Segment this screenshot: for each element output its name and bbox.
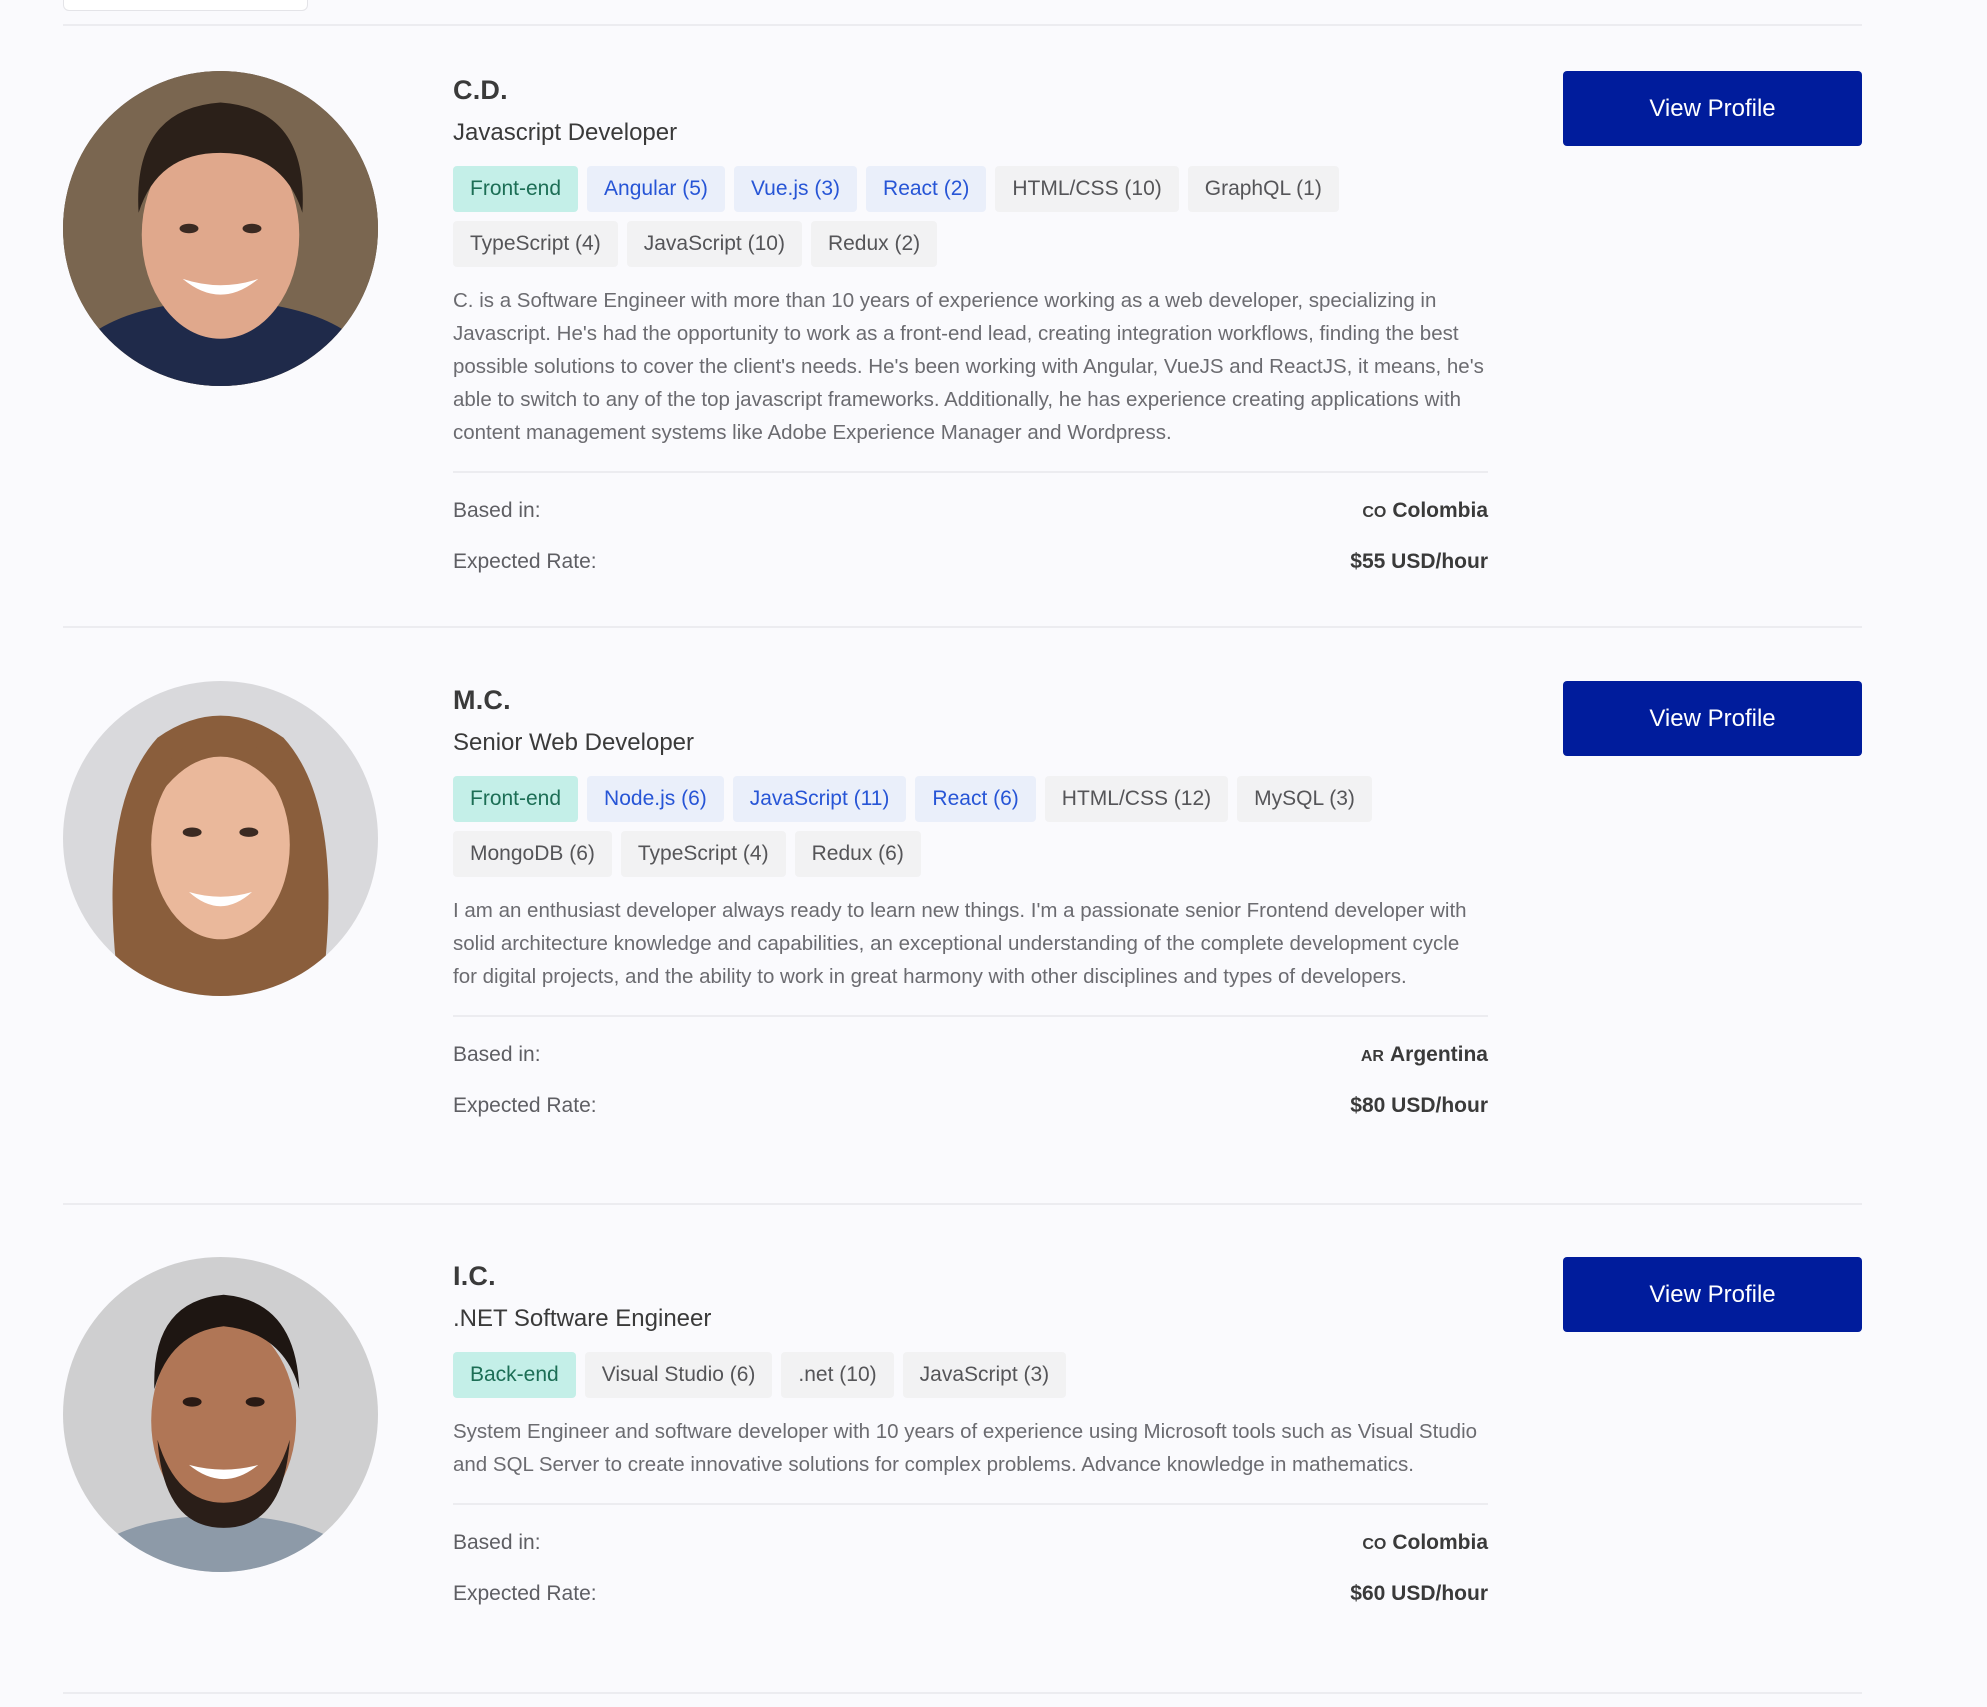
skill-tag: TypeScript (4) (620, 831, 786, 877)
view-profile-button[interactable]: View Profile (1563, 71, 1862, 146)
based-in-row: Based in: CO Colombia (453, 1517, 1488, 1568)
skill-tag: Front-end (453, 776, 579, 822)
skill-tag: JavaScript (11) (732, 776, 907, 822)
skill-tag: Visual Studio (6) (584, 1352, 773, 1398)
based-in-row: Based in: AR Argentina (453, 1029, 1488, 1080)
country-name: Colombia (1392, 498, 1488, 522)
rate-label: Expected Rate: (453, 1581, 597, 1605)
skill-tag: HTML/CSS (12) (1044, 776, 1229, 822)
divider (453, 1015, 1488, 1017)
avatar (63, 71, 378, 386)
skill-tag: GraphQL (1) (1187, 166, 1339, 212)
divider (453, 1503, 1488, 1505)
partial-filter-box[interactable] (63, 0, 308, 11)
candidate-name: M.C. (453, 685, 511, 715)
skill-tag: Back-end (453, 1352, 576, 1398)
skill-tag: Redux (2) (810, 221, 938, 267)
rate-label: Expected Rate: (453, 549, 597, 573)
skill-tag: .net (10) (781, 1352, 894, 1398)
skill-tag: Front-end (453, 166, 579, 212)
skill-tag: Angular (5) (587, 166, 725, 212)
avatar (63, 681, 378, 996)
candidate-bio: System Engineer and software developer w… (453, 1420, 1478, 1476)
country-flag-icon: AR (1360, 1047, 1384, 1065)
divider (453, 471, 1488, 473)
rate-row: Expected Rate: $55 USD/hour (453, 536, 1488, 587)
skill-tag: Redux (6) (794, 831, 921, 877)
country-flag-icon: CO (1362, 503, 1387, 521)
based-in-label: Based in: (453, 1530, 541, 1554)
rate-value: $60 USD/hour (1350, 1581, 1488, 1605)
avatar-photo-icon (63, 681, 378, 996)
separator (63, 24, 1862, 26)
candidate-name: C.D. (453, 75, 508, 105)
rate-row: Expected Rate: $60 USD/hour (453, 1568, 1488, 1619)
view-profile-button[interactable]: View Profile (1563, 1257, 1862, 1332)
country-name: Argentina (1389, 1042, 1488, 1066)
rate-value: $55 USD/hour (1350, 549, 1488, 573)
skill-tag: MySQL (3) (1237, 776, 1372, 822)
candidate-title: Senior Web Developer (453, 729, 695, 756)
skill-tags: Front-end Angular (5) Vue.js (3) React (… (453, 166, 1488, 267)
skill-tag: Vue.js (3) (733, 166, 858, 212)
candidate-title: Javascript Developer (453, 119, 678, 146)
skill-tag: JavaScript (10) (626, 221, 802, 267)
avatar-photo-icon (63, 71, 378, 386)
skill-tag: React (2) (866, 166, 987, 212)
skill-tags: Back-end Visual Studio (6) .net (10) Jav… (453, 1352, 1488, 1398)
skill-tag: HTML/CSS (10) (995, 166, 1179, 212)
skill-tag: React (6) (915, 776, 1036, 822)
skill-tag: Node.js (6) (587, 776, 724, 822)
separator (63, 1692, 1862, 1694)
separator (63, 1203, 1862, 1205)
based-in-value: AR Argentina (1361, 1043, 1488, 1067)
based-in-row: Based in: CO Colombia (453, 485, 1488, 536)
country-flag-icon: CO (1362, 1535, 1387, 1553)
candidate-title: .NET Software Engineer (453, 1305, 712, 1332)
skill-tag: TypeScript (4) (453, 221, 618, 267)
based-in-label: Based in: (453, 498, 541, 522)
candidate-name: I.C. (453, 1261, 496, 1291)
skill-tag: JavaScript (3) (902, 1352, 1067, 1398)
avatar (63, 1257, 378, 1572)
rate-value: $80 USD/hour (1350, 1093, 1488, 1117)
based-in-value: CO Colombia (1362, 499, 1488, 523)
skill-tags: Front-end Node.js (6) JavaScript (11) Re… (453, 776, 1488, 877)
country-name: Colombia (1392, 1530, 1488, 1554)
candidate-bio: C. is a Software Engineer with more than… (453, 289, 1484, 444)
based-in-value: CO Colombia (1362, 1531, 1488, 1555)
rate-label: Expected Rate: (453, 1093, 597, 1117)
skill-tag: MongoDB (6) (453, 831, 612, 877)
rate-row: Expected Rate: $80 USD/hour (453, 1080, 1488, 1131)
based-in-label: Based in: (453, 1042, 541, 1066)
view-profile-button[interactable]: View Profile (1563, 681, 1862, 756)
candidate-bio: I am an enthusiast developer always read… (453, 899, 1467, 988)
separator (63, 626, 1862, 628)
avatar-photo-icon (63, 1257, 378, 1572)
